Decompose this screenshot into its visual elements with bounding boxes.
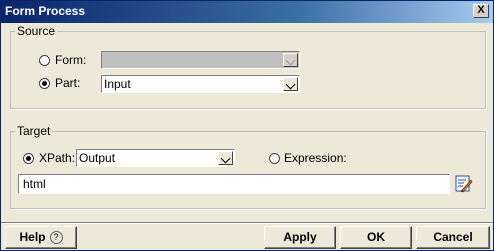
source-group: Source	[10, 24, 486, 109]
cancel-button-label: Cancel	[433, 230, 473, 244]
part-label: Part:	[55, 76, 81, 90]
form-process-dialog: Form Process X Source Form: Part: Input …	[0, 0, 494, 251]
window-title: Form Process	[5, 4, 86, 18]
close-button[interactable]: X	[473, 4, 489, 18]
title-bar[interactable]: Form Process X	[1, 1, 493, 23]
edit-expression-icon[interactable]	[455, 175, 473, 193]
expression-input[interactable]: html	[18, 174, 450, 194]
xpath-select[interactable]: Output	[76, 149, 235, 167]
apply-button[interactable]: Apply	[264, 226, 336, 249]
apply-button-label: Apply	[283, 230, 317, 244]
xpath-select-value: Output	[79, 151, 116, 165]
part-select[interactable]: Input	[101, 75, 300, 93]
cancel-button[interactable]: Cancel	[416, 226, 490, 249]
part-select-value: Input	[104, 77, 131, 91]
target-legend: Target	[15, 124, 53, 138]
expression-label: Expression:	[284, 151, 347, 165]
expression-radio[interactable]	[269, 153, 280, 164]
chevron-down-icon[interactable]	[218, 151, 233, 165]
chevron-down-icon	[283, 53, 298, 67]
help-button-label: Help	[19, 230, 46, 244]
xpath-label: XPath:	[39, 151, 76, 165]
target-group: Target	[10, 124, 486, 209]
form-radio[interactable]	[39, 55, 50, 66]
help-icon: ?	[49, 231, 63, 245]
ok-button-label: OK	[367, 230, 385, 244]
footer-divider	[1, 222, 493, 224]
ok-button[interactable]: OK	[340, 226, 412, 249]
form-select	[101, 51, 300, 69]
form-label: Form:	[55, 53, 87, 67]
expression-input-value: html	[23, 177, 46, 191]
chevron-down-icon[interactable]	[283, 77, 298, 91]
help-button[interactable]: Help?	[5, 226, 77, 249]
part-radio[interactable]	[39, 78, 50, 89]
source-legend: Source	[15, 24, 58, 38]
xpath-radio[interactable]	[23, 153, 34, 164]
